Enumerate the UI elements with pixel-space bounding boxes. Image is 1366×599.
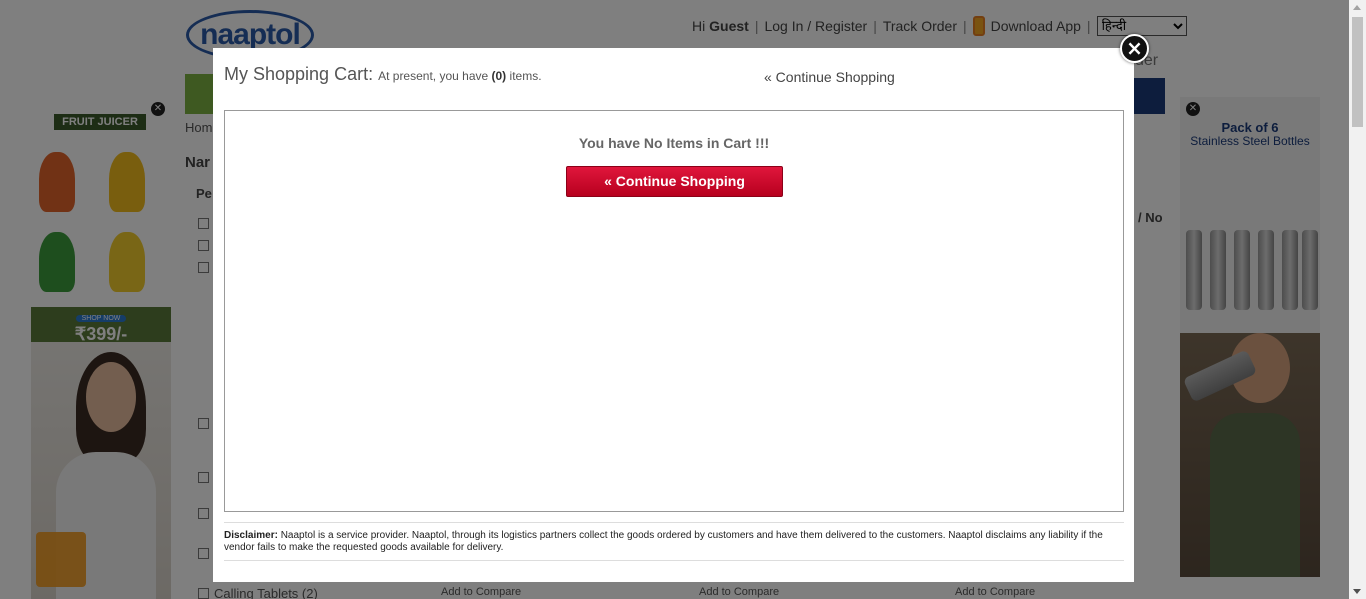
- disclaimer-text: Naaptol is a service provider. Naaptol, …: [224, 530, 1103, 553]
- cart-contents: You have No Items in Cart !!! « Continue…: [224, 110, 1124, 512]
- cart-summary: At present, you have (0) items.: [378, 69, 542, 83]
- scroll-down-icon[interactable]: [1353, 589, 1361, 594]
- disclaimer: Disclaimer: Naaptol is a service provide…: [224, 522, 1124, 561]
- disclaimer-label: Disclaimer:: [224, 530, 278, 541]
- continue-shopping-button[interactable]: « Continue Shopping: [566, 166, 783, 197]
- continue-shopping-link[interactable]: « Continue Shopping: [764, 69, 895, 85]
- scroll-up-icon[interactable]: [1353, 5, 1361, 10]
- modal-title: My Shopping Cart: At present, you have (…: [224, 64, 542, 84]
- close-icon[interactable]: ×: [1120, 34, 1149, 63]
- shopping-cart-modal: My Shopping Cart: At present, you have (…: [213, 48, 1134, 582]
- scroll-thumb[interactable]: [1352, 17, 1363, 127]
- page-scrollbar[interactable]: [1349, 0, 1366, 599]
- empty-cart-message: You have No Items in Cart !!!: [578, 135, 770, 151]
